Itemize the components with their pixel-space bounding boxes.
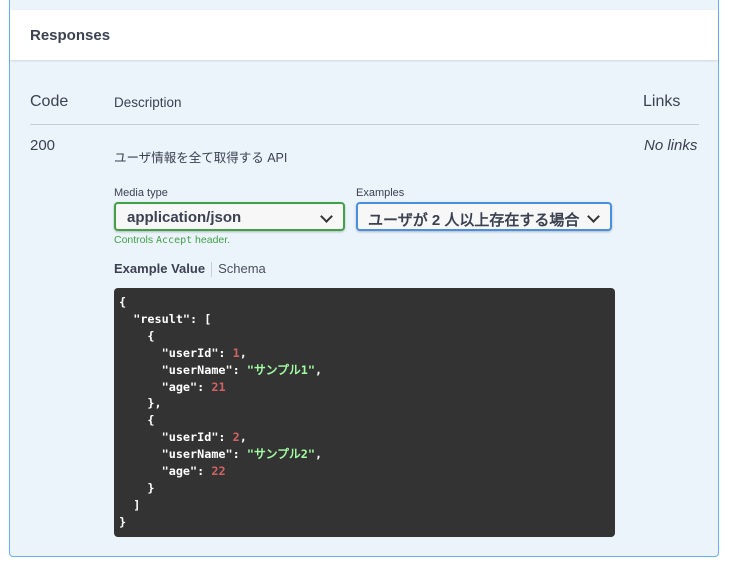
chevron-down-icon xyxy=(587,210,600,223)
age-value: 21 xyxy=(211,379,226,394)
panel-top-strip xyxy=(10,0,718,10)
response-description: ユーザ情報を全て取得する API xyxy=(114,151,288,165)
examples-label: Examples xyxy=(356,187,405,199)
user-id-value: 1 xyxy=(232,345,240,360)
controls-accept-note: Controls Accept header. xyxy=(114,234,231,246)
header-divider xyxy=(30,124,699,125)
media-type-value: application/json xyxy=(127,209,242,226)
user-name-value: "サンプル2" xyxy=(246,447,315,462)
response-code: 200 xyxy=(30,137,56,154)
user-id-value: 2 xyxy=(232,430,240,445)
responses-title: Responses xyxy=(30,27,111,44)
user-name-value: "サンプル1" xyxy=(246,362,315,377)
example-json: { "result": [ { "userId": 1, "userName":… xyxy=(119,295,323,529)
tab-schema[interactable]: Schema xyxy=(218,261,266,276)
media-type-select[interactable]: application/json xyxy=(114,202,345,231)
tab-example-value[interactable]: Example Value xyxy=(114,261,205,276)
responses-panel: Responses Code Description Links 200 No … xyxy=(9,0,719,557)
response-links: No links xyxy=(644,137,698,154)
chevron-down-icon xyxy=(320,210,333,223)
media-type-label: Media type xyxy=(114,187,168,199)
example-code-block[interactable]: { "result": [ { "userId": 1, "userName":… xyxy=(114,288,615,537)
examples-select[interactable]: ユーザが 2 人以上存在する場合 xyxy=(356,202,612,231)
examples-value: ユーザが 2 人以上存在する場合 xyxy=(368,212,580,229)
accept-code: Accept xyxy=(156,235,193,246)
col-header-description: Description xyxy=(114,95,182,110)
age-value: 22 xyxy=(211,464,226,479)
col-header-code: Code xyxy=(30,93,69,110)
example-tabs: Example Value Schema xyxy=(114,261,266,278)
tab-divider xyxy=(211,262,213,278)
responses-header: Responses xyxy=(10,10,718,60)
col-header-links: Links xyxy=(643,93,681,110)
